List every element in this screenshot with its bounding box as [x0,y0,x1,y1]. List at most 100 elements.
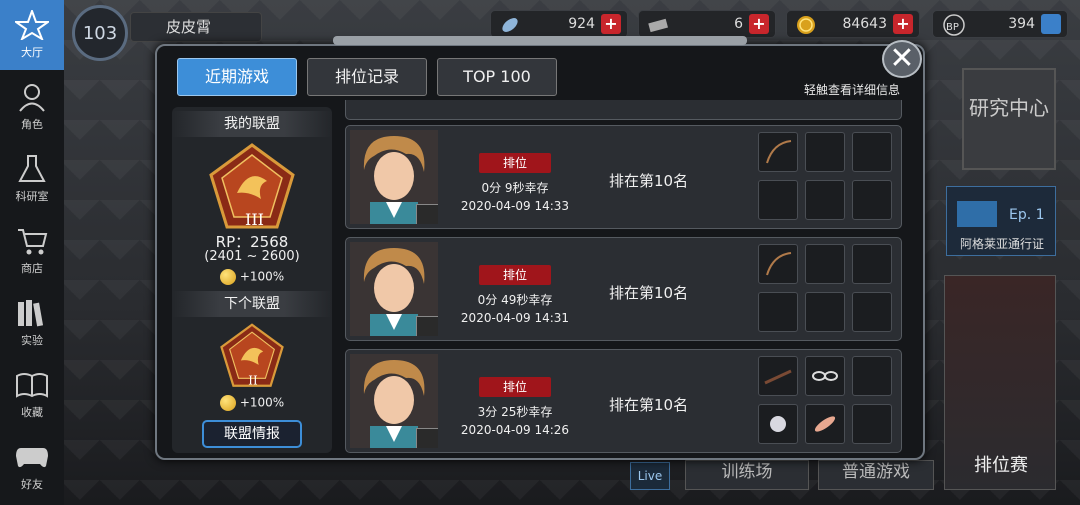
item-slot[interactable] [758,132,798,172]
resource-ticket: 6 + [638,10,776,38]
match-row[interactable]: 排位 0分 9秒幸存 2020-04-09 14:33 排在第10名 [345,125,902,229]
my-bonus: +100% [172,269,332,285]
left-nav: 大厅 角色 科研室 商店 实验 收藏 好友 [0,0,64,505]
placement: 排在第10名 [609,284,689,302]
item-slot[interactable] [805,180,845,220]
match-row[interactable]: 排位 0分 49秒幸存 2020-04-09 14:31 排在第10名 [345,237,902,341]
character-icon [15,82,49,112]
weapon-type-icon [416,428,438,448]
match-date: 2020-04-09 14:26 [460,423,570,437]
cart-icon [15,226,49,256]
weapon-type-icon [416,316,438,336]
tab-recent-games[interactable]: 近期游戏 [177,58,297,96]
item-slot[interactable] [805,292,845,332]
mode-tag: 排位 [479,265,551,285]
ticket-icon [647,14,669,36]
add-ticket-button[interactable]: + [749,14,769,34]
item-slot[interactable] [758,356,798,396]
ranked-mode-card[interactable]: 排位赛 [944,275,1056,490]
placement: 排在第10名 [609,396,689,414]
tab-rank-records[interactable]: 排位记录 [307,58,427,96]
nav-label: 收藏 [21,406,43,419]
close-button[interactable]: ✕ [882,40,922,78]
normal-mode-button[interactable]: 普通游戏 [818,460,934,490]
feather-item-icon [814,416,836,432]
tier-numeral: II [248,373,258,387]
nav-label: 商店 [21,262,43,275]
item-slot[interactable] [805,404,845,444]
character-portrait [350,354,438,448]
match-row[interactable]: 排位 3分 25秒幸存 2020-04-09 14:26 排在第10名 [345,349,902,453]
item-slot[interactable] [852,244,892,284]
nav-item-lab[interactable]: 科研室 [0,144,64,214]
training-mode-button[interactable]: 训练场 [685,460,809,490]
survival-time: 3分 25秒幸存 [477,405,553,419]
alliance-panel: 我的联盟 III RP：2568 (2401 ~ 2600) +100% 下个联… [172,107,332,453]
item-slot[interactable] [758,292,798,332]
item-slot[interactable] [852,356,892,396]
nav-item-shop[interactable]: 商店 [0,216,64,286]
next-alliance-title: 下个联盟 [172,291,332,317]
bow-icon [766,252,792,276]
my-alliance-title: 我的联盟 [172,111,332,137]
alliance-info-button[interactable]: 联盟情报 [202,420,302,448]
resource-coin: 84643 + [786,10,920,38]
item-slot[interactable] [758,404,798,444]
lobby-icon [15,10,49,40]
next-alliance-badge-icon: II [220,322,284,394]
item-slot[interactable] [852,132,892,172]
player-level[interactable]: 103 [72,5,128,61]
nav-label: 角色 [21,118,43,131]
book-icon [15,370,49,400]
rifle-icon [764,369,792,385]
item-slot[interactable] [852,404,892,444]
item-slot[interactable] [805,356,845,396]
bp-icon: BP [941,14,965,36]
gamepad-icon [15,442,49,472]
live-button[interactable]: Live [630,462,670,490]
rp-range: (2401 ~ 2600) [204,249,300,264]
books-icon [15,298,49,328]
coin-icon [219,395,236,411]
item-slot[interactable] [852,292,892,332]
player-name: 皮皮霄 [130,12,262,42]
pass-episode: Ep. 1 [1009,207,1045,223]
nav-item-character[interactable]: 角色 [0,72,64,142]
item-slot[interactable] [852,180,892,220]
resource-value: 924 [568,16,595,32]
nav-item-friends[interactable]: 好友 [0,432,64,502]
item-slot[interactable] [805,132,845,172]
placement: 排在第10名 [609,172,689,190]
coin-icon [219,269,236,285]
nav-label: 实验 [21,334,43,347]
nav-label: 科研室 [15,190,49,203]
tap-hint: 轻触查看详细信息 [804,83,901,97]
match-list[interactable]: 排位 0分 9秒幸存 2020-04-09 14:33 排在第10名 排位 0分… [345,100,902,456]
fur-icon [770,416,786,432]
tier-numeral: III [245,210,264,229]
pass-label: 阿格莱亚通行证 [959,237,1044,251]
research-center-button[interactable]: 研究中心 [962,68,1056,170]
pass-banner[interactable]: Ep. 1 阿格莱亚通行证 [946,186,1056,256]
add-feather-button[interactable]: + [601,14,621,34]
next-bonus-value: +100% [239,395,285,410]
research-center-label: 研究中心 [969,96,1049,120]
panel-drag-handle [333,36,747,45]
match-date: 2020-04-09 14:31 [460,311,570,325]
mode-tag: 排位 [479,153,551,173]
flask-icon [15,154,49,184]
item-slot[interactable] [758,180,798,220]
item-slot[interactable] [805,244,845,284]
nav-item-experiment[interactable]: 实验 [0,288,64,358]
feather-icon [499,14,521,36]
bp-pass-button[interactable] [1041,14,1061,34]
mode-tag: 排位 [479,377,551,397]
match-date: 2020-04-09 14:33 [460,199,570,213]
nav-item-lobby[interactable]: 大厅 [0,0,64,70]
my-bonus-value: +100% [239,269,285,284]
add-coin-button[interactable]: + [893,14,913,34]
resource-value: 84643 [842,16,887,32]
item-slot[interactable] [758,244,798,284]
tab-top-100[interactable]: TOP 100 [437,58,557,96]
nav-item-collection[interactable]: 收藏 [0,360,64,430]
